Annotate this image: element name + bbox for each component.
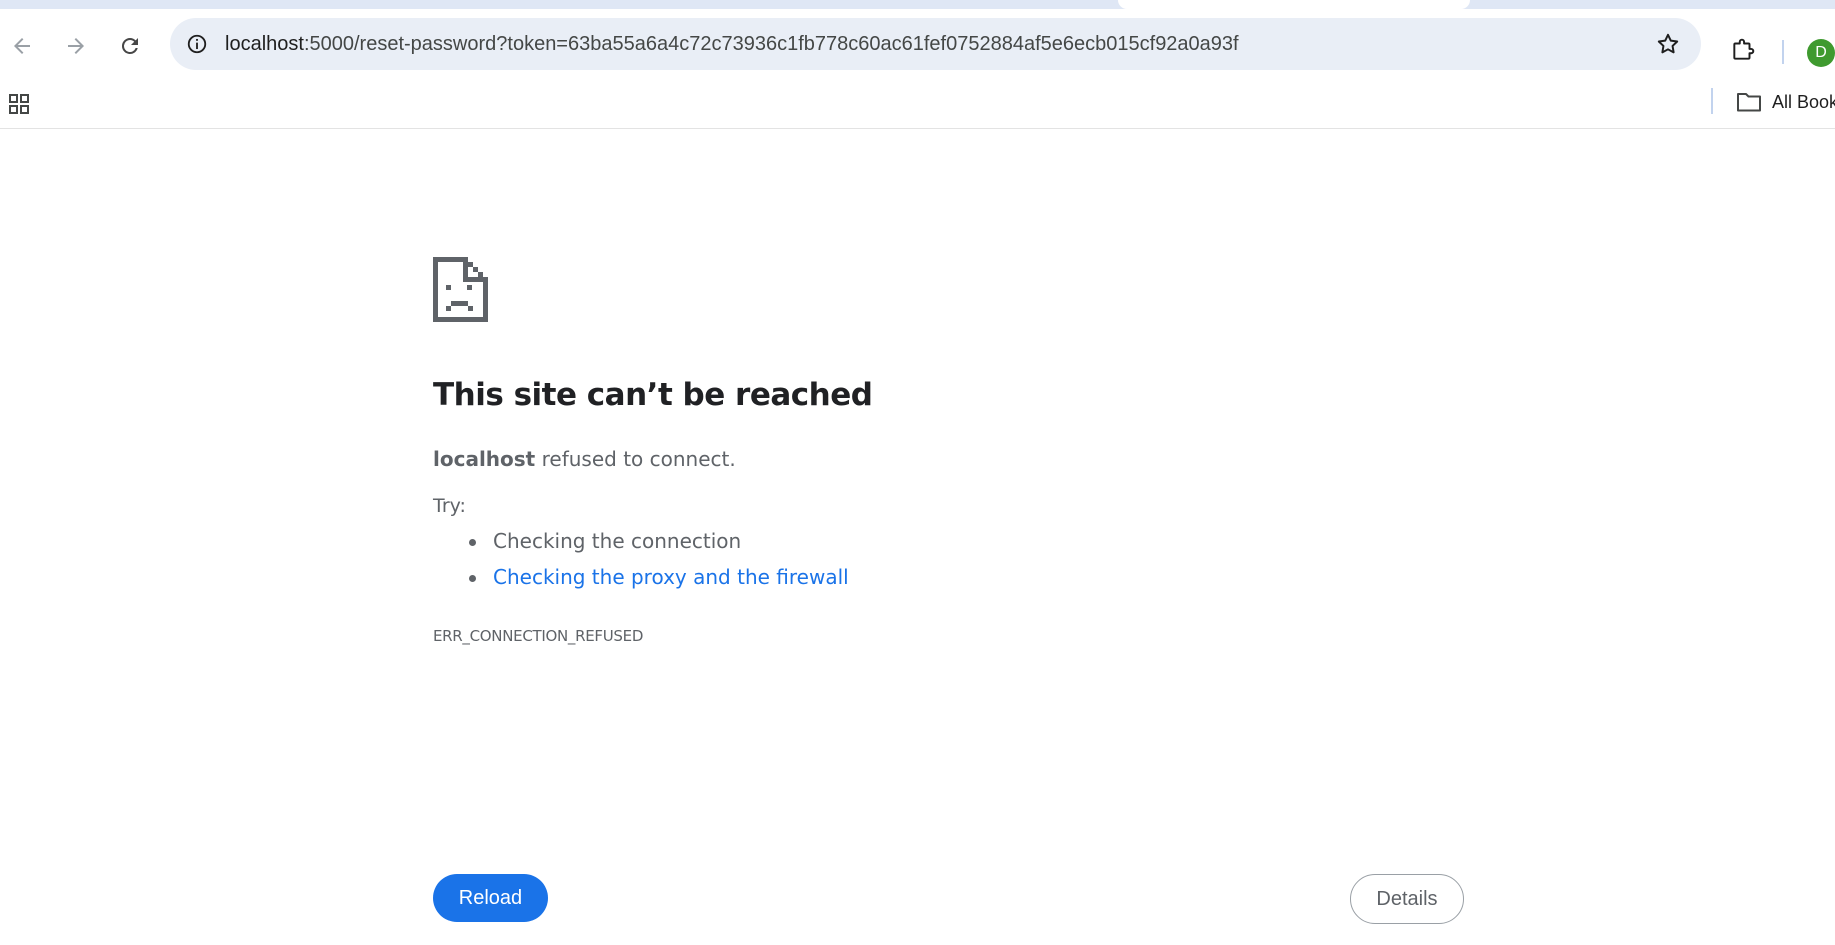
url-host: localhost (225, 33, 304, 55)
bookmarks-divider (1711, 88, 1713, 114)
active-tab[interactable] (1118, 0, 1470, 9)
back-button[interactable] (5, 29, 39, 63)
extensions-puzzle-icon (1733, 38, 1755, 60)
address-bar[interactable]: localhost:5000/reset-password?token=63ba… (170, 18, 1701, 70)
suggestion-proxy-firewall-link[interactable]: Checking the proxy and the firewall (493, 565, 849, 589)
error-title: This site can’t be reached (433, 377, 873, 413)
details-button[interactable]: Details (1350, 874, 1464, 924)
all-bookmarks-label: All Bookmarks (1772, 91, 1835, 112)
list-item: Checking the connection (433, 523, 849, 559)
forward-button[interactable] (59, 29, 93, 63)
list-item: Checking the proxy and the firewall (433, 559, 849, 595)
site-info-button[interactable] (182, 29, 212, 59)
browser-toolbar: localhost:5000/reset-password?token=63ba… (0, 9, 1835, 79)
folder-icon (1737, 93, 1761, 112)
suggestion-check-connection: Checking the connection (493, 529, 742, 553)
site-info-icon (187, 34, 207, 54)
bookmark-star-button[interactable] (1653, 29, 1683, 59)
forward-arrow-icon (68, 38, 84, 54)
bookmarks-bar: All Bookmarks (0, 79, 1835, 129)
error-message: refused to connect. (535, 447, 736, 471)
try-label: Try: (433, 495, 466, 517)
extensions-button[interactable] (1726, 33, 1760, 67)
back-arrow-icon (14, 38, 30, 54)
error-description: localhost refused to connect. (433, 447, 736, 471)
suggestions-list: Checking the connection Checking the pro… (433, 523, 849, 595)
all-bookmarks-button[interactable]: All Bookmarks (1736, 87, 1835, 117)
sad-document-icon (433, 257, 488, 322)
error-page: This site can’t be reached localhost ref… (433, 129, 1464, 945)
error-code: ERR_CONNECTION_REFUSED (433, 627, 644, 645)
apps-grid-icon (9, 94, 29, 114)
bookmark-star-icon (1657, 33, 1679, 54)
profile-avatar[interactable]: D (1807, 39, 1835, 67)
url-path: :5000/reset-password?token=63ba55a6a4c72… (303, 33, 1239, 55)
error-host: localhost (433, 447, 536, 471)
reload-page-button[interactable]: Reload (433, 874, 548, 922)
reload-icon (121, 37, 138, 54)
toolbar-divider (1782, 40, 1784, 64)
reload-button[interactable] (113, 29, 147, 63)
apps-button[interactable] (6, 91, 32, 117)
url-text[interactable]: localhost:5000/reset-password?token=63ba… (225, 18, 1239, 70)
tab-strip (0, 0, 1835, 9)
